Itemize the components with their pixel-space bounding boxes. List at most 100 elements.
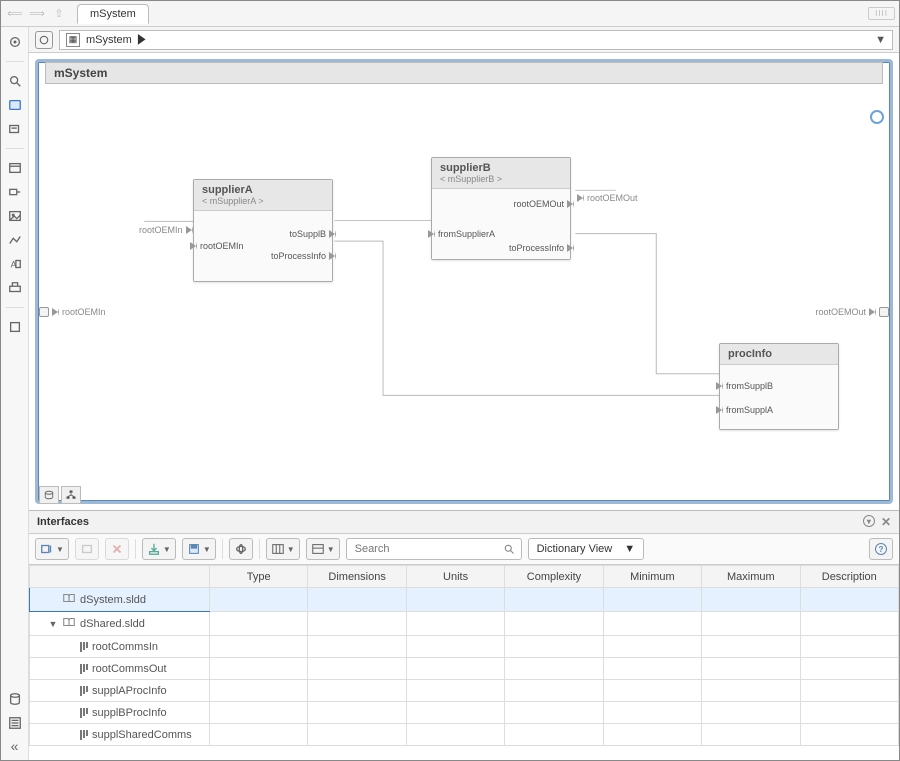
zoom-icon[interactable] [6,72,24,90]
table-cell[interactable] [702,612,800,636]
port-out[interactable]: toSupplB [289,229,336,239]
table-cell[interactable] [308,636,406,658]
canvas-hierarchy-button[interactable] [61,486,81,504]
table-cell[interactable] [702,658,800,680]
canvas-output-port[interactable]: rootOEMOut [815,307,889,317]
search-input[interactable] [353,542,499,556]
table-cell[interactable] [210,588,308,612]
port-in[interactable]: fromSupplA [716,405,773,415]
table-row[interactable]: supplSharedComms [30,724,899,746]
panel-menu-icon[interactable]: ▾ [863,515,875,527]
panel-close-icon[interactable]: ✕ [881,515,891,529]
text-icon[interactable]: A [6,255,24,273]
delete-button[interactable] [105,538,129,560]
table-cell[interactable] [210,636,308,658]
table-cell[interactable] [210,680,308,702]
remove-item-button[interactable] [75,538,99,560]
nav-forward-icon[interactable]: ⟹ [27,4,47,24]
table-cell[interactable] [210,724,308,746]
column-header[interactable]: Complexity [505,566,603,588]
column-header[interactable] [30,566,210,588]
collapse-left-icon[interactable]: « [11,738,19,754]
table-cell[interactable] [603,702,701,724]
window-icon[interactable] [6,159,24,177]
table-cell[interactable] [406,636,504,658]
table-cell[interactable] [308,612,406,636]
image-icon[interactable] [6,207,24,225]
table-cell[interactable] [308,680,406,702]
columns-button[interactable]: ▼ [266,538,300,560]
table-cell[interactable] [505,680,603,702]
add-item-button[interactable]: ▼ [35,538,69,560]
table-cell[interactable] [800,724,898,746]
table-cell[interactable] [800,680,898,702]
table-cell[interactable] [702,724,800,746]
table-cell[interactable] [406,612,504,636]
port-icon[interactable] [6,183,24,201]
table-cell[interactable] [210,612,308,636]
column-header[interactable]: Units [406,566,504,588]
view-select[interactable]: Dictionary View ▼ [528,538,645,560]
table-cell[interactable] [505,636,603,658]
table-cell[interactable] [702,636,800,658]
table-row[interactable]: rootCommsOut [30,658,899,680]
table-cell[interactable] [406,680,504,702]
port-out[interactable]: rootOEMOut [513,199,574,209]
table-cell[interactable] [603,658,701,680]
help-button[interactable]: ? [869,538,893,560]
home-target-button[interactable] [35,31,53,49]
table-cell[interactable] [603,680,701,702]
table-cell[interactable] [308,724,406,746]
link-button[interactable] [229,538,253,560]
table-cell[interactable] [210,658,308,680]
port-out[interactable]: toProcessInfo [271,251,336,261]
table-row[interactable]: ▼dShared.sldd [30,612,899,636]
table-row[interactable]: supplBProcInfo [30,702,899,724]
table-row[interactable]: rootCommsIn [30,636,899,658]
column-header[interactable]: Maximum [702,566,800,588]
table-row[interactable]: dSystem.sldd [30,588,899,612]
table-cell[interactable] [505,658,603,680]
table-cell[interactable] [800,588,898,612]
table-cell[interactable] [800,702,898,724]
step-icon[interactable] [6,279,24,297]
table-cell[interactable] [210,702,308,724]
table-cell[interactable] [406,724,504,746]
canvas-input-port[interactable]: rootOEMIn [39,307,106,317]
table-cell[interactable] [308,658,406,680]
table-cell[interactable] [603,636,701,658]
list-icon[interactable] [6,714,24,732]
shape-icon[interactable] [6,318,24,336]
target-icon[interactable] [6,33,24,51]
column-header[interactable]: Minimum [603,566,701,588]
column-header[interactable]: Description [800,566,898,588]
table-cell[interactable] [603,724,701,746]
nav-up-icon[interactable]: ⇧ [49,4,69,24]
import-button[interactable]: ▼ [142,538,176,560]
table-cell[interactable] [505,724,603,746]
table-cell[interactable] [603,612,701,636]
column-header[interactable]: Dimensions [308,566,406,588]
annotation-icon[interactable] [6,120,24,138]
table-cell[interactable] [800,636,898,658]
block-supplierB[interactable]: supplierB < mSupplierB > fromSupplierA r… [431,157,571,260]
table-cell[interactable] [702,702,800,724]
table-cell[interactable] [603,588,701,612]
fit-icon[interactable] [6,96,24,114]
table-cell[interactable] [505,702,603,724]
port-out[interactable]: toProcessInfo [509,243,574,253]
breadcrumb-dropdown-icon[interactable]: ▼ [875,34,886,46]
column-header[interactable]: Type [210,566,308,588]
chart-icon[interactable] [6,231,24,249]
search-box[interactable] [346,538,522,560]
db-icon[interactable] [6,690,24,708]
port-in[interactable]: fromSupplierA [428,229,495,239]
table-cell[interactable] [702,588,800,612]
save-button[interactable]: ▼ [182,538,216,560]
table-cell[interactable] [800,612,898,636]
filter-button[interactable]: ▼ [306,538,340,560]
table-cell[interactable] [308,702,406,724]
canvas-layers-button[interactable] [39,486,59,504]
nav-back-icon[interactable]: ⟸ [5,4,25,24]
table-cell[interactable] [406,658,504,680]
